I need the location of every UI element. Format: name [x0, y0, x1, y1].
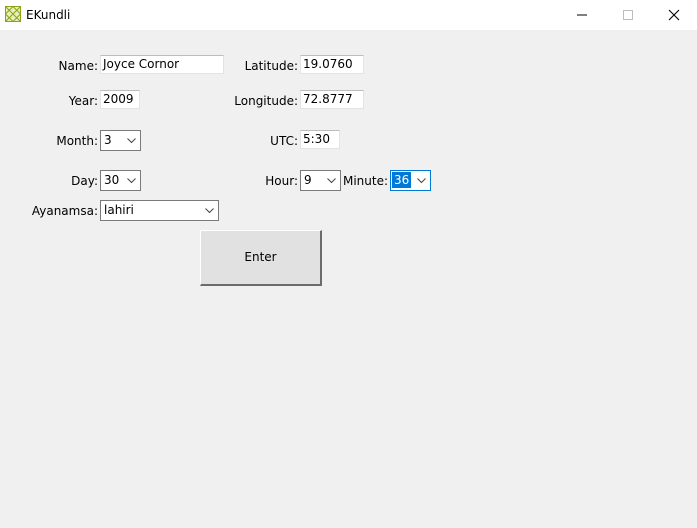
close-icon	[668, 9, 680, 21]
longitude-label: Longitude:	[234, 94, 298, 108]
close-button[interactable]	[651, 0, 697, 30]
month-select[interactable]: 3	[100, 130, 141, 151]
chevron-down-icon	[205, 208, 214, 214]
title-bar[interactable]: EKundli	[0, 0, 697, 30]
window-title: EKundli	[26, 8, 71, 22]
month-select-value: 3	[104, 133, 112, 147]
name-label: Name:	[58, 59, 98, 73]
ekundli-app-icon	[4, 5, 22, 23]
chevron-down-icon	[327, 178, 336, 184]
utc-input[interactable]: 5:30	[300, 130, 340, 149]
chevron-down-icon	[127, 138, 136, 144]
minimize-icon	[577, 14, 587, 16]
minute-select[interactable]: 36	[390, 170, 431, 191]
longitude-input[interactable]: 72.8777	[300, 90, 364, 109]
minimize-button[interactable]	[559, 0, 605, 30]
hour-label: Hour:	[265, 174, 298, 188]
chevron-down-icon	[127, 178, 136, 184]
maximize-icon	[623, 10, 633, 20]
enter-button[interactable]: Enter	[200, 230, 322, 286]
year-input[interactable]: 2009	[100, 90, 140, 109]
minute-label: Minute:	[342, 174, 388, 188]
ayanamsa-select[interactable]: lahiri	[100, 200, 219, 221]
maximize-button[interactable]	[605, 0, 651, 30]
day-select-value: 30	[104, 173, 120, 187]
chevron-down-icon	[417, 178, 426, 184]
hour-select[interactable]: 9	[300, 170, 341, 191]
year-label: Year:	[68, 94, 98, 108]
day-label: Day:	[71, 174, 98, 188]
name-input[interactable]: Joyce Cornor	[100, 55, 224, 74]
latitude-label: Latitude:	[244, 59, 298, 73]
ayanamsa-select-value: lahiri	[104, 203, 134, 217]
day-select[interactable]: 30	[100, 170, 141, 191]
utc-label: UTC:	[270, 134, 298, 148]
latitude-input[interactable]: 19.0760	[300, 55, 364, 74]
hour-select-value: 9	[304, 173, 312, 187]
ayanamsa-label: Ayanamsa:	[31, 204, 98, 218]
minute-select-value: 36	[392, 172, 412, 188]
month-label: Month:	[56, 134, 98, 148]
